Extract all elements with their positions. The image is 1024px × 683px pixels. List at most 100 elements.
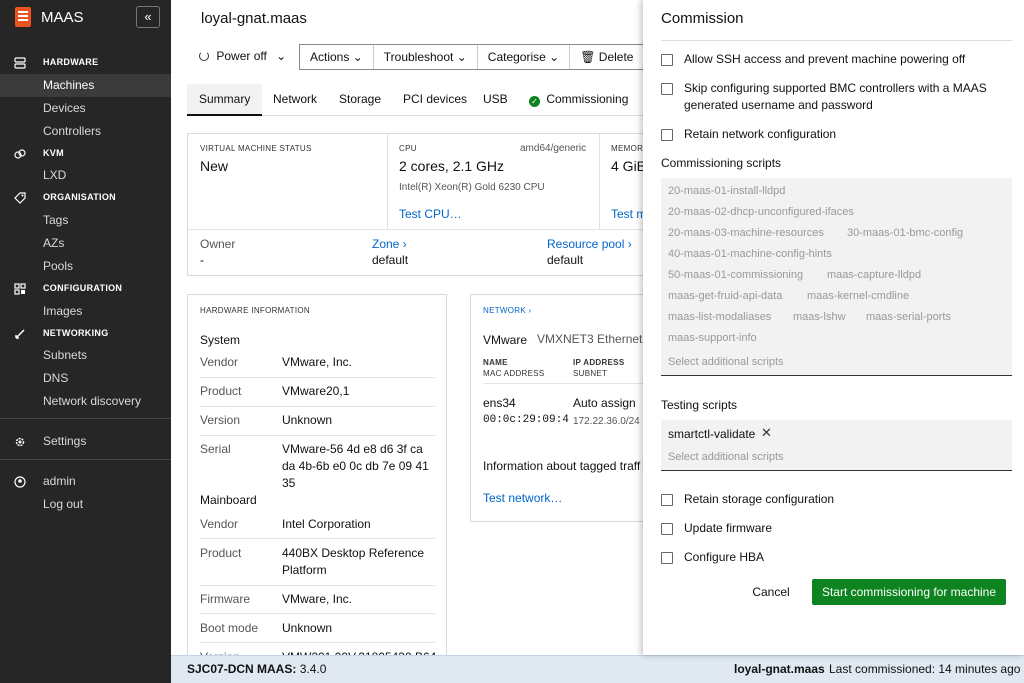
script-chip: maas-serial-ports	[866, 311, 951, 323]
sidebar-divider	[0, 418, 171, 419]
hardware-info-title: HARDWARE INFORMATION	[200, 306, 310, 315]
system-vendor-value: VMware, Inc.	[282, 355, 353, 369]
tab-usb[interactable]: USB	[471, 84, 520, 116]
site-label: SJC07-DCN MAAS:	[187, 662, 297, 676]
tab-summary[interactable]: Summary	[187, 84, 263, 116]
section-title: NETWORKING	[43, 328, 109, 338]
success-check-icon: ✓	[529, 96, 540, 107]
sidebar-item-pools[interactable]: Pools	[0, 255, 171, 278]
script-chip: maas-lshw	[793, 311, 846, 323]
zone-link[interactable]: Zone ›	[372, 237, 407, 251]
sidebar-item-images[interactable]: Images	[0, 300, 171, 323]
cancel-button[interactable]: Cancel	[746, 579, 796, 605]
testing-scripts-label: Testing scripts	[661, 398, 738, 412]
commissioning-scripts-label: Commissioning scripts	[661, 156, 782, 170]
retain-storage-checkbox[interactable]	[661, 494, 673, 506]
commissioning-scripts-select[interactable]: 20-maas-01-install-lldpd 20-maas-02-dhcp…	[661, 178, 1012, 376]
hardware-info-card: HARDWARE INFORMATION System Vendor VMwar…	[187, 294, 447, 664]
col-mac: MAC ADDRESS	[483, 369, 545, 378]
subnet-link[interactable]: 172.22.36.0/24	[573, 416, 640, 427]
collapse-sidebar-button[interactable]: «	[136, 6, 160, 28]
network-card: NETWORK › VMware VMXNET3 Ethernet C NAME…	[470, 294, 671, 522]
system-heading: System	[200, 333, 241, 347]
mainboard-vendor-value: Intel Corporation	[282, 517, 371, 531]
update-firmware-checkbox[interactable]	[661, 523, 673, 535]
tab-commissioning[interactable]: ✓ Commissioning	[517, 84, 640, 116]
test-network-link[interactable]: Test network…	[483, 491, 562, 505]
tab-pci-devices[interactable]: PCI devices	[391, 84, 479, 116]
vm-status-value: New	[200, 158, 229, 174]
sidebar-item-subnets[interactable]: Subnets	[0, 344, 171, 367]
script-chip: 40-maas-01-machine-config-hints	[668, 248, 832, 260]
sidebar-item-azs[interactable]: AZs	[0, 232, 171, 255]
system-serial-value: VMware-56 4d e8 d6 3f ca da 4b-6b e0 0c …	[282, 442, 429, 490]
boot-mode-label: Boot mode	[200, 621, 259, 635]
divider	[200, 585, 435, 586]
power-icon	[199, 51, 209, 61]
zone-value: default	[372, 253, 409, 267]
sidebar-item-network-discovery[interactable]: Network discovery	[0, 390, 171, 413]
chevron-down-icon: ⌄	[276, 49, 287, 63]
gear-icon	[15, 437, 25, 447]
brand-name[interactable]: MAAS	[41, 9, 84, 26]
sidebar-item-logout[interactable]: Log out	[0, 493, 171, 516]
allow-ssh-checkbox[interactable]	[661, 54, 673, 66]
ip-address: Auto assign	[573, 396, 636, 410]
system-serial-label: Serial	[200, 442, 231, 456]
maas-version: 3.4.0	[299, 662, 327, 676]
status-bar: SJC07-DCN MAAS: 3.4.0 loyal-gnat.maas La…	[171, 655, 1024, 683]
server-icon	[14, 57, 26, 69]
commissioning-select-placeholder[interactable]: Select additional scripts	[668, 356, 784, 368]
sidebar-item-user[interactable]: admin	[0, 470, 171, 493]
site-name: SJC07-DCN MAAS: 3.4.0	[187, 656, 326, 683]
skip-bmc-label: Skip configuring supported BMC controlle…	[684, 81, 987, 112]
section-organisation: ORGANISATION	[0, 189, 171, 207]
testing-select-placeholder[interactable]: Select additional scripts	[668, 451, 784, 463]
tab-storage[interactable]: Storage	[327, 84, 393, 116]
retain-storage-label: Retain storage configuration	[684, 492, 835, 506]
configure-hba-checkbox[interactable]	[661, 552, 673, 564]
cpu-value: 2 cores, 2.1 GHz	[399, 158, 505, 174]
section-title: CONFIGURATION	[43, 283, 123, 293]
sidebar-item-settings[interactable]: Settings	[0, 430, 171, 453]
script-chip: maas-capture-lldpd	[827, 269, 922, 281]
script-chip: maas-kernel-cmdline	[807, 290, 910, 302]
configure-hba-label: Configure HBA	[684, 550, 765, 564]
tab-network[interactable]: Network	[261, 84, 329, 116]
sidebar-item-dns[interactable]: DNS	[0, 367, 171, 390]
categorise-button[interactable]: Categorise ⌄	[478, 45, 571, 69]
sidebar-item-devices[interactable]: Devices	[0, 97, 171, 120]
divider	[200, 538, 435, 539]
network-link[interactable]: NETWORK ›	[483, 306, 531, 315]
delete-button[interactable]: 🗑 Delete	[570, 45, 643, 69]
sidebar-item-machines[interactable]: Machines	[0, 74, 171, 97]
divider	[200, 435, 435, 436]
button-label: Actions	[310, 50, 350, 64]
power-off-button[interactable]: Power off ⌄	[199, 44, 286, 70]
script-chip: 20-maas-01-install-lldpd	[668, 185, 786, 197]
troubleshoot-button[interactable]: Troubleshoot ⌄	[374, 45, 478, 69]
test-cpu-link[interactable]: Test CPU…	[399, 207, 462, 221]
sidebar-item-controllers[interactable]: Controllers	[0, 120, 171, 143]
actions-button[interactable]: Actions ⌄	[300, 45, 374, 69]
test-memory-link[interactable]: Test m	[611, 207, 646, 221]
resource-pool-link[interactable]: Resource pool ›	[547, 237, 632, 251]
divider	[200, 642, 435, 643]
sidebar-item-tags[interactable]: Tags	[0, 209, 171, 232]
divider	[200, 377, 435, 378]
chevron-down-icon: ⌄	[352, 50, 363, 64]
update-firmware-label: Update firmware	[684, 521, 773, 535]
start-commissioning-button[interactable]: Start commissioning for machine	[812, 579, 1006, 605]
divider	[200, 406, 435, 407]
sidebar-item-label: admin	[43, 474, 76, 488]
sidebar-item-lxd[interactable]: LXD	[0, 164, 171, 187]
memory-value: 4 GiB	[611, 158, 647, 174]
divider	[599, 134, 600, 229]
testing-scripts-select[interactable]: smartctl-validate ✕ Select additional sc…	[661, 420, 1012, 471]
commission-panel: Commission Allow SSH access and prevent …	[643, 0, 1024, 655]
retain-network-checkbox[interactable]	[661, 129, 673, 141]
remove-chip-icon[interactable]: ✕	[761, 425, 772, 441]
skip-bmc-checkbox[interactable]	[661, 83, 673, 95]
maas-logo-icon[interactable]	[15, 7, 31, 27]
sidebar-divider	[0, 459, 171, 460]
